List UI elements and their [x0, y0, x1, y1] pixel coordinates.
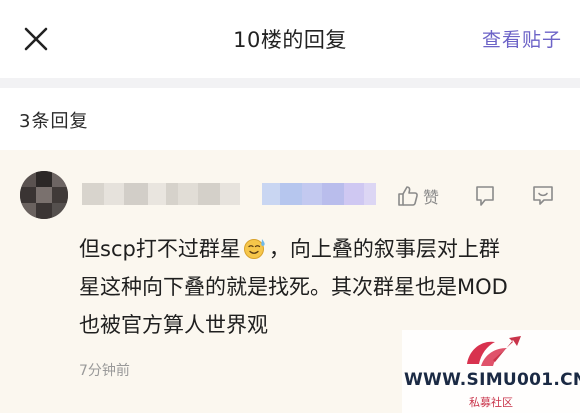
username-blurred[interactable]: [82, 183, 188, 205]
dislike-button[interactable]: [474, 184, 496, 208]
reply-text-line1: 但scp打不过群星: [79, 237, 241, 261]
sweat-smile-emoji: [243, 239, 265, 259]
like-label: 赞: [423, 188, 440, 207]
reply-text-line3: 也被官方算人世界观: [79, 313, 268, 337]
user-level-blurred: [178, 183, 240, 205]
reply-content: 但scp打不过群星 ，向上叠的叙事层对上群 星这种向下叠的就是找死。其次群星也是M…: [79, 230, 569, 344]
reply-text-line1-tail: ，向上叠的叙事层对上群: [268, 237, 500, 261]
reply-text-line2: 星这种向下叠的就是找死。其次群星也是MOD: [79, 275, 508, 299]
watermark-subtitle: 私募社区: [469, 396, 513, 409]
watermark-url: WWW.SIMU001.CN: [404, 370, 580, 390]
comment-button[interactable]: [531, 183, 555, 207]
section-divider: [0, 78, 580, 88]
user-badge-blurred: [262, 183, 376, 205]
thumb-up-icon: [398, 186, 418, 206]
comment-icon: [533, 186, 553, 205]
like-button[interactable]: 赞: [397, 184, 439, 208]
dislike-icon: [476, 186, 494, 206]
top-bar: 10楼的回复 查看贴子: [0, 0, 580, 78]
reply-count-bar: 3条回复: [0, 88, 580, 150]
reply-timestamp: 7分钟前: [79, 363, 130, 379]
reply-count: 3条回复: [19, 111, 89, 132]
view-post-button[interactable]: 查看贴子: [482, 25, 562, 52]
watermark-logo-icon: [467, 336, 521, 366]
avatar[interactable]: [20, 171, 68, 219]
watermark: WWW.SIMU001.CN 私募社区: [402, 330, 580, 413]
